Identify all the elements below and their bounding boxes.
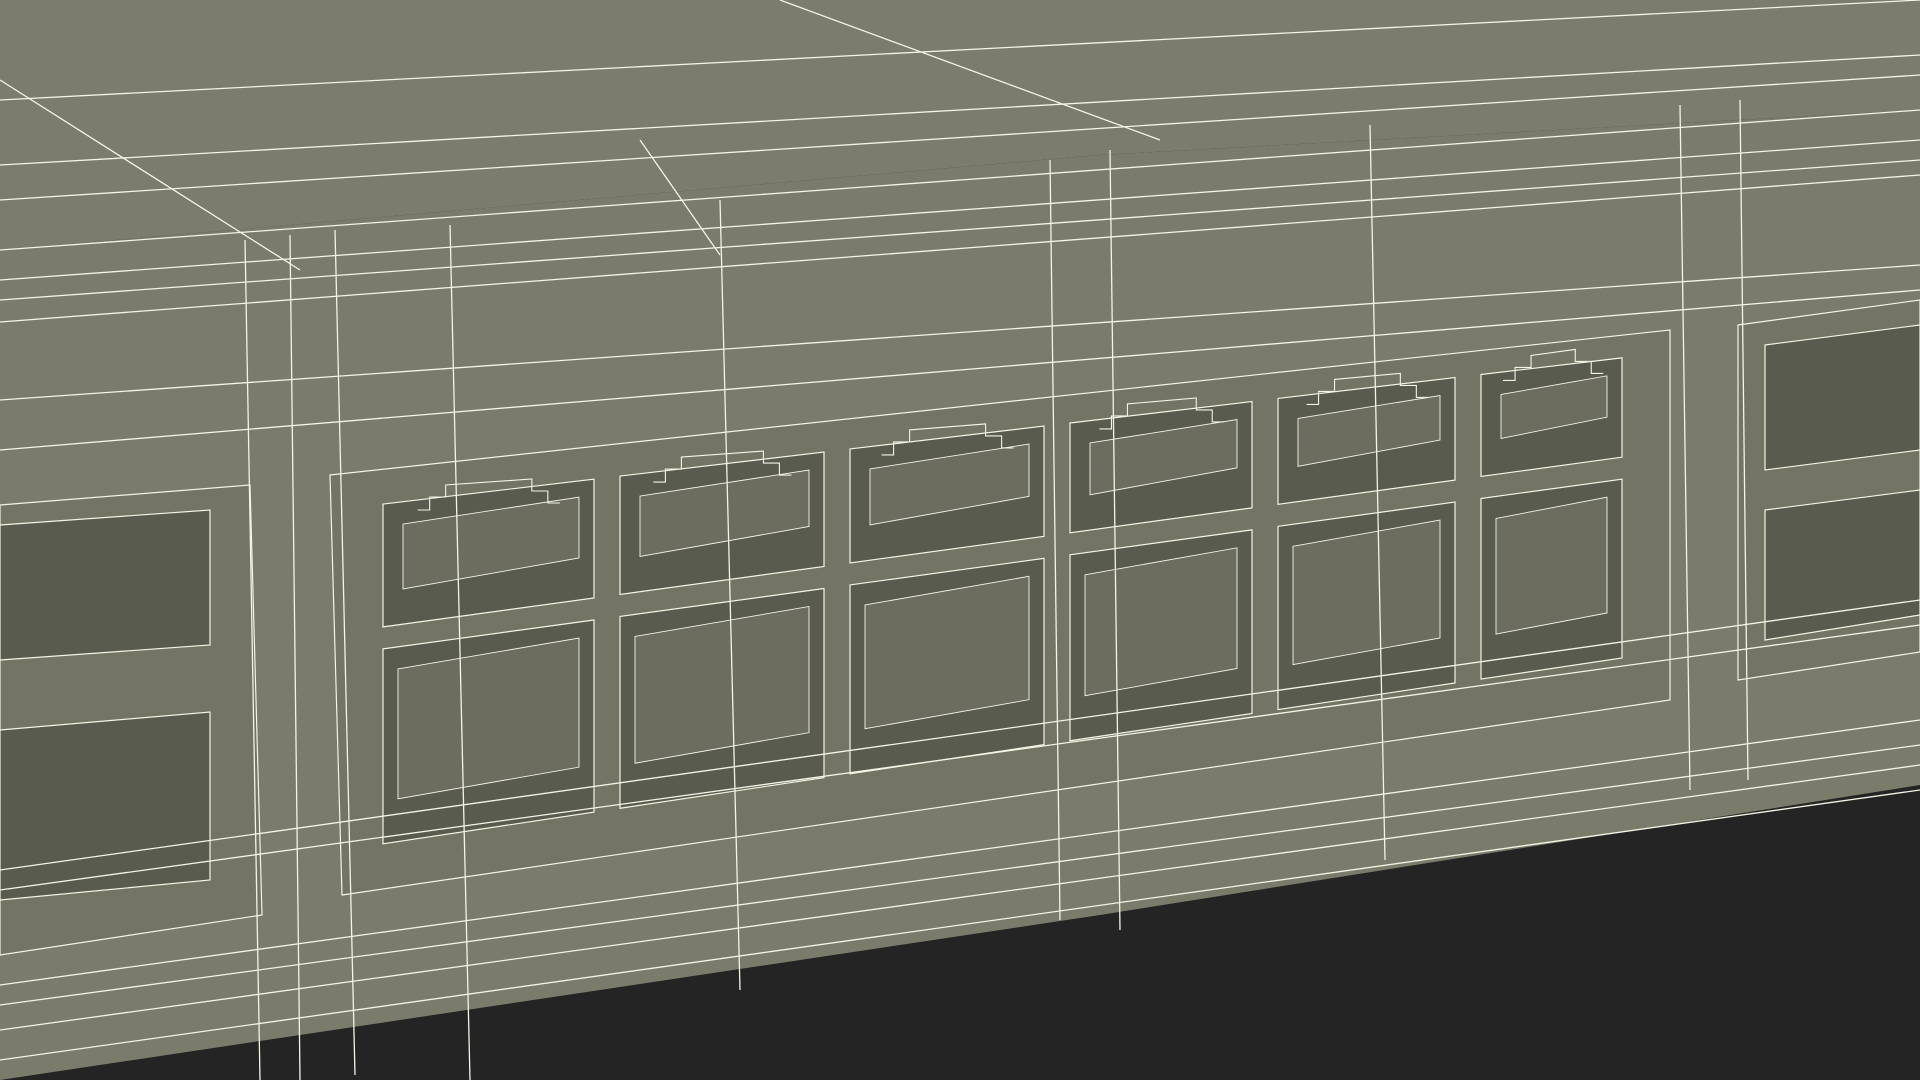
ethernet-port <box>0 711 211 901</box>
wireframe-render-viewport <box>0 0 1920 1080</box>
ethernet-port <box>1480 478 1623 680</box>
ethernet-port <box>1480 357 1623 478</box>
ethernet-port <box>619 587 825 809</box>
ethernet-port <box>1069 529 1253 742</box>
ethernet-port <box>0 509 211 661</box>
ethernet-port <box>1764 324 1920 471</box>
ethernet-port <box>1764 489 1920 641</box>
ethernet-port <box>849 557 1045 775</box>
ethernet-port <box>382 619 595 845</box>
